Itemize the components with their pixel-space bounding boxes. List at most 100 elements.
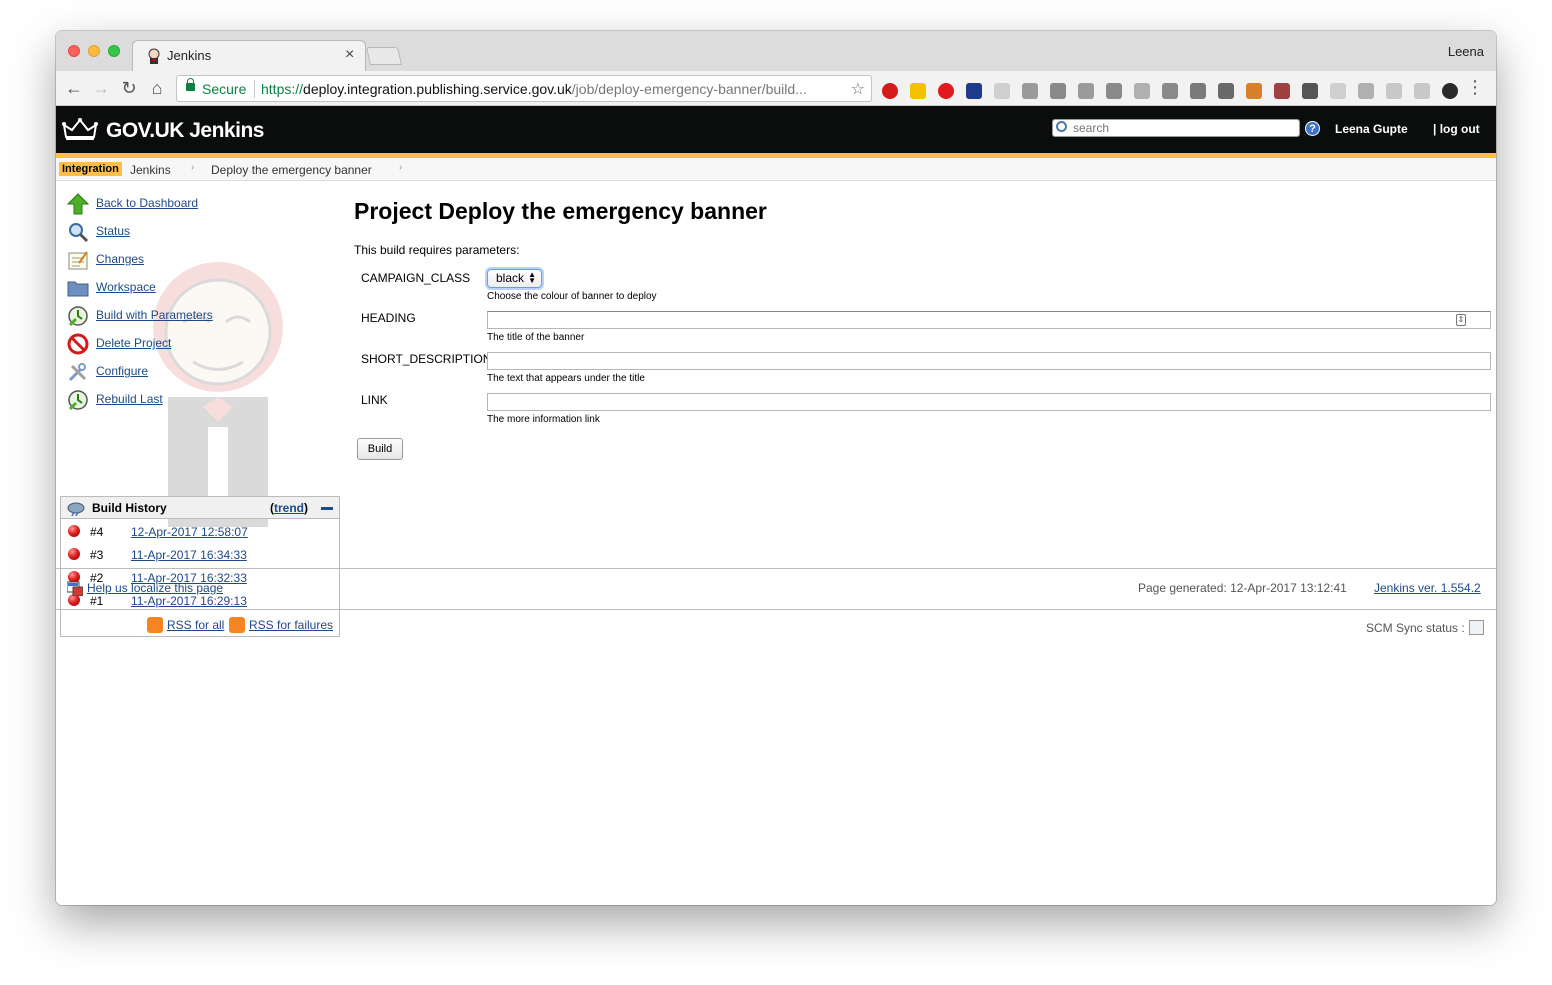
jenkins-version-link[interactable]: Jenkins ver. 1.554.2 — [1374, 581, 1481, 595]
rss-all-link[interactable]: RSS for all — [167, 618, 224, 632]
extension-icon[interactable] — [1134, 83, 1150, 99]
clock-icon[interactable] — [67, 389, 89, 411]
browser-tab[interactable]: Jenkins × — [132, 40, 366, 71]
scm-sync-status-label: SCM Sync status : — [1366, 621, 1465, 635]
extension-icon[interactable] — [1330, 83, 1346, 99]
search-icon — [1056, 121, 1067, 132]
failed-status-icon[interactable] — [68, 548, 80, 560]
trello-icon[interactable] — [1162, 83, 1178, 99]
new-tab-button[interactable] — [366, 47, 402, 65]
task-link[interactable]: Delete Project — [96, 336, 171, 350]
site-logo-text[interactable]: GOV.UK Jenkins — [106, 119, 264, 143]
extension-icon[interactable] — [1414, 83, 1430, 99]
magnifier-icon[interactable] — [67, 221, 89, 243]
folder-icon[interactable] — [67, 277, 89, 299]
help-icon[interactable]: ? — [1305, 121, 1320, 136]
extension-icon[interactable] — [1022, 83, 1038, 99]
no-entry-icon[interactable] — [67, 333, 89, 355]
forward-arrow-icon[interactable]: → — [91, 77, 111, 99]
omnibox-divider — [254, 80, 255, 98]
hash-icon[interactable] — [1190, 83, 1206, 99]
close-tab-icon[interactable]: × — [345, 46, 354, 64]
minimize-window-button[interactable] — [88, 45, 100, 57]
rss-icon[interactable] — [229, 617, 245, 633]
address-bar[interactable]: Secure https://deploy.integration.publis… — [176, 75, 872, 102]
zoom-window-button[interactable] — [108, 45, 120, 57]
crown-icon[interactable] — [1302, 83, 1318, 99]
browser-menu-icon[interactable]: ⋮ — [1466, 77, 1484, 98]
footer-divider — [56, 609, 1496, 610]
logout-link[interactable]: | log out — [1433, 122, 1480, 136]
opera-icon[interactable] — [938, 83, 954, 99]
breadcrumb-arrow-icon[interactable]: › — [399, 162, 402, 173]
link-input[interactable] — [487, 393, 1491, 411]
grid-icon[interactable] — [1050, 83, 1066, 99]
user-name-link[interactable]: Leena Gupte — [1335, 122, 1408, 136]
url-path: /job/deploy-emergency-banner/build... — [571, 81, 807, 97]
tools-icon[interactable] — [67, 361, 89, 383]
campaign-class-value: black — [496, 271, 525, 285]
task-link[interactable]: Changes — [96, 252, 144, 266]
rss-failures-link[interactable]: RSS for failures — [249, 618, 333, 632]
breadcrumb-item-project[interactable]: Deploy the emergency banner — [211, 163, 372, 177]
task-link[interactable]: Build with Parameters — [96, 308, 213, 322]
build-button[interactable]: Build — [357, 438, 403, 460]
avatar-icon[interactable] — [1274, 83, 1290, 99]
extension-icon[interactable] — [910, 83, 926, 99]
task-link[interactable]: Back to Dashboard — [96, 196, 198, 210]
profile-name[interactable]: Leena — [1448, 44, 1484, 59]
campaign-class-select[interactable]: black ▲ ▼ — [487, 269, 542, 288]
notes-icon[interactable] — [966, 83, 982, 99]
jenkins-favicon-icon — [148, 48, 160, 64]
piano-icon[interactable] — [1218, 83, 1234, 99]
heading-input[interactable]: ⇕ — [487, 311, 1491, 329]
param-desc-campaign-class: Choose the colour of banner to deploy — [487, 291, 657, 302]
cast-icon[interactable] — [1106, 83, 1122, 99]
breadcrumb-arrow-icon[interactable]: › — [191, 162, 194, 173]
crown-logo-icon[interactable] — [62, 117, 98, 141]
c-icon[interactable] — [1078, 83, 1094, 99]
task-link[interactable]: Configure — [96, 364, 148, 378]
up-arrow-icon[interactable] — [67, 193, 89, 215]
back-arrow-icon[interactable]: ← — [64, 77, 84, 99]
tc-icon[interactable] — [1358, 83, 1374, 99]
collapse-icon[interactable] — [321, 507, 333, 510]
breadcrumb-item-jenkins[interactable]: Jenkins — [130, 163, 171, 177]
task-link[interactable]: Rebuild Last — [96, 392, 163, 406]
scm-status-image-icon — [1469, 620, 1484, 635]
build-history-title: Build History — [92, 501, 167, 515]
param-name-link: LINK — [361, 393, 388, 407]
localize-link[interactable]: Help us localize this page — [87, 581, 223, 595]
trend-link[interactable]: trend — [274, 501, 304, 515]
build-history-widget: Build History (trend) #4 12-Apr-2017 12:5… — [60, 496, 340, 637]
failed-status-icon[interactable] — [68, 525, 80, 537]
home-icon[interactable]: ⌂ — [147, 77, 167, 99]
bookmark-star-icon[interactable]: ☆ — [851, 79, 865, 99]
trend-label: (trend) — [270, 501, 308, 515]
environment-badge: Integration — [59, 162, 122, 176]
task-link[interactable]: Workspace — [96, 280, 156, 294]
extension-icon[interactable] — [1386, 83, 1402, 99]
url-text: https://deploy.integration.publishing.se… — [261, 81, 807, 97]
reload-icon[interactable]: ↻ — [119, 77, 139, 99]
page-title: Project Deploy the emergency banner — [354, 198, 767, 224]
browser-window: Jenkins × Leena ← → ↻ ⌂ Secure https://d… — [56, 31, 1496, 905]
select-arrows-icon: ▲ ▼ — [528, 270, 536, 285]
clock-icon[interactable] — [67, 305, 89, 327]
adblock-plus-icon[interactable] — [882, 83, 898, 99]
color-wheel-icon[interactable] — [1246, 83, 1262, 99]
chrome-icon[interactable] — [1442, 83, 1458, 99]
page-generated-text: Page generated: 12-Apr-2017 13:12:41 — [1138, 581, 1347, 595]
expand-textarea-icon[interactable]: ⇕ — [1456, 314, 1466, 326]
extension-icon[interactable] — [994, 83, 1010, 99]
rss-icon[interactable] — [147, 617, 163, 633]
build-date-link[interactable]: 11-Apr-2017 16:34:33 — [131, 548, 247, 562]
url-scheme: https:// — [261, 81, 304, 97]
build-date-link[interactable]: 12-Apr-2017 12:58:07 — [131, 525, 248, 539]
short-description-input[interactable] — [487, 352, 1491, 370]
task-link[interactable]: Status — [96, 224, 130, 238]
notepad-icon[interactable] — [67, 249, 89, 271]
search-input[interactable]: search — [1052, 119, 1300, 137]
search-placeholder: search — [1073, 121, 1110, 135]
close-window-button[interactable] — [68, 45, 80, 57]
